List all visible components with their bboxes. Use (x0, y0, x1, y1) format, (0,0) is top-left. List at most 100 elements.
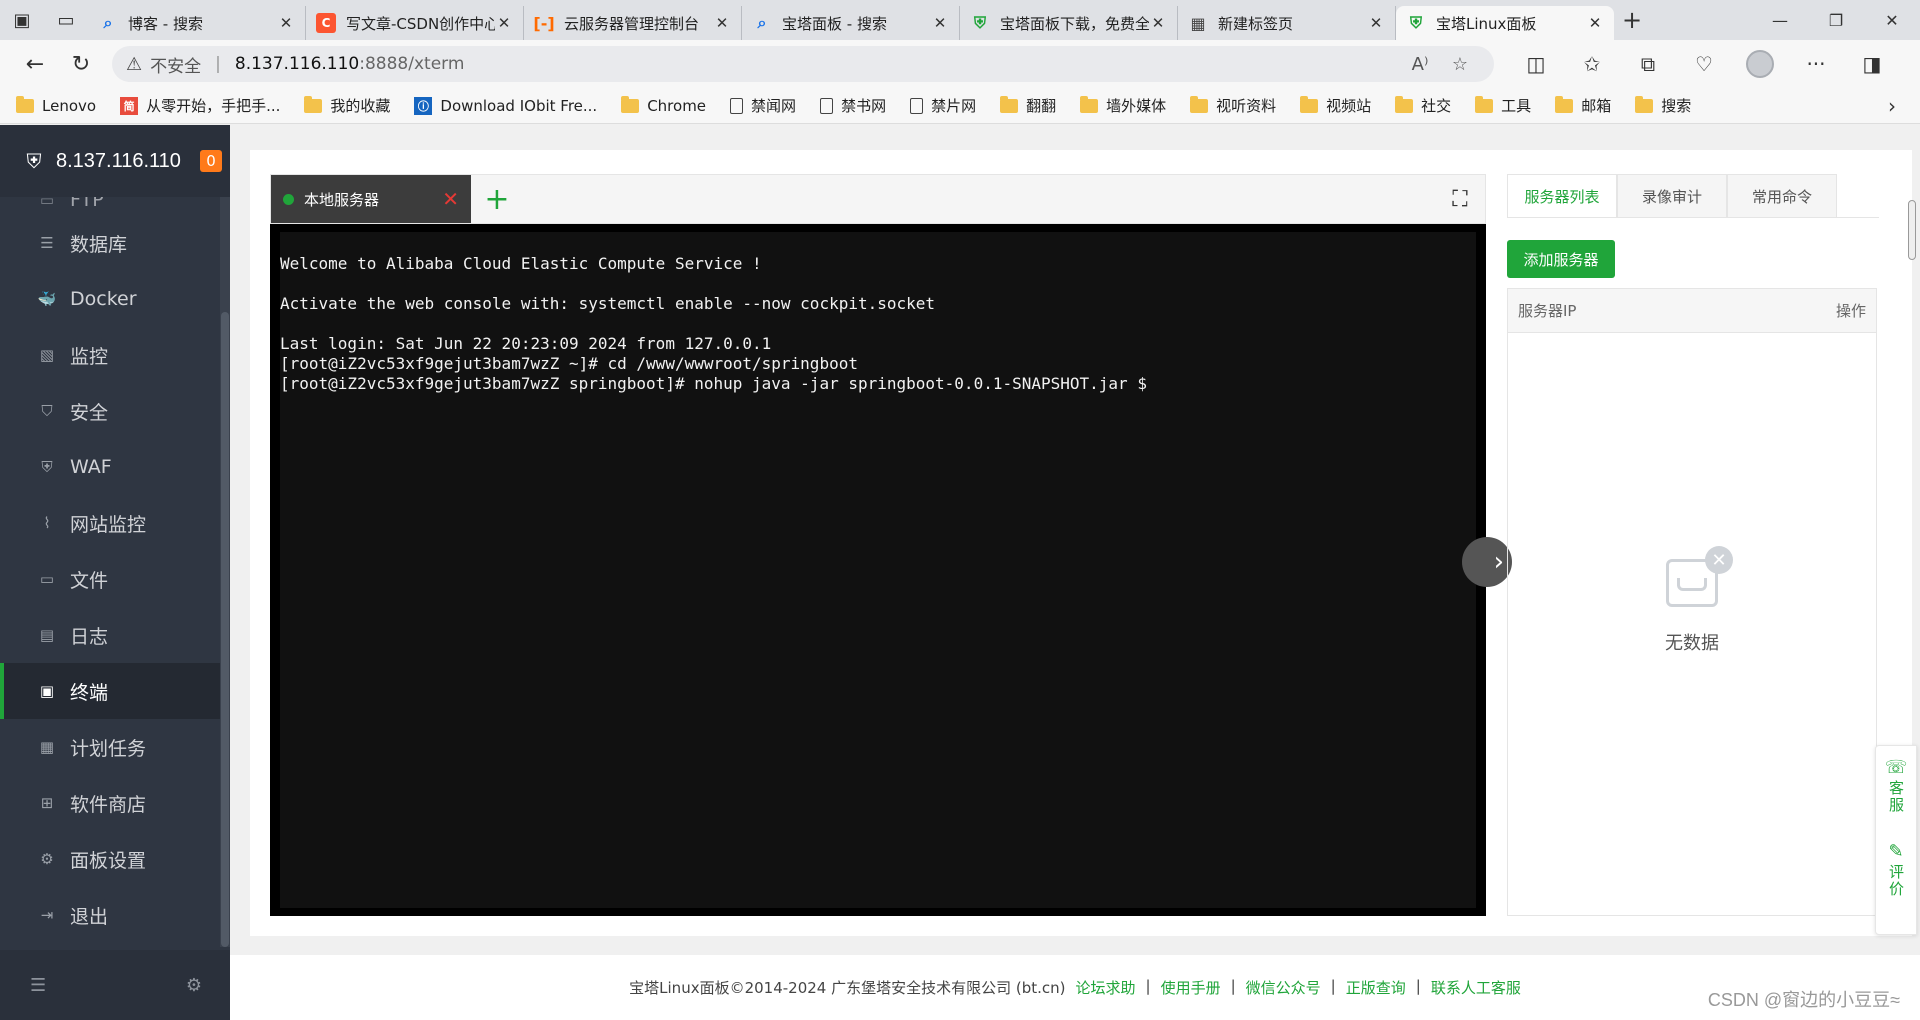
sidebar-item[interactable]: ⚙ 面板设置 (0, 831, 220, 887)
restore-button[interactable]: ❐ (1808, 0, 1864, 40)
performance-heart-icon[interactable]: ♡ (1676, 44, 1732, 84)
sidebar-item[interactable]: ⛨ WAF (0, 439, 220, 495)
sidebar-item[interactable]: ⊞ 软件商店 (0, 775, 220, 831)
terminal-output[interactable]: Welcome to Alibaba Cloud Elastic Compute… (280, 232, 1476, 908)
tab-actions-icon[interactable]: ▭ (44, 0, 88, 40)
browser-tab[interactable]: ⛨ 宝塔面板下载，免费全能的服务器✕ (960, 6, 1178, 40)
more-menu-icon[interactable]: ··· (1788, 44, 1844, 84)
close-tab-icon[interactable]: ✕ (495, 14, 513, 32)
bookmark-item[interactable]: 搜索 (1635, 95, 1691, 116)
close-tab-icon[interactable]: ✕ (1586, 14, 1604, 32)
close-tab-icon[interactable]: ✕ (277, 14, 295, 32)
browser-tab[interactable]: [-] 云服务器管理控制台 ✕ (524, 6, 742, 40)
bookmark-item[interactable]: 工具 (1475, 95, 1531, 116)
bookmark-item[interactable]: 社交 (1395, 95, 1451, 116)
bookmark-item[interactable]: Lenovo (16, 95, 96, 115)
close-tab-icon[interactable]: ✕ (442, 187, 459, 211)
bookmark-item[interactable]: 禁书网 (820, 95, 886, 116)
sidebar-item[interactable]: ▧ 监控 (0, 327, 220, 383)
bookmark-item[interactable]: 视听资料 (1190, 95, 1276, 116)
bookmark-item[interactable]: 视频站 (1300, 95, 1371, 116)
page-scrollbar[interactable] (1908, 200, 1918, 270)
fullscreen-icon[interactable]: ⛶ (1435, 175, 1485, 223)
settings-gear-icon[interactable]: ⚙ (186, 975, 202, 996)
add-terminal-icon[interactable]: + (471, 175, 523, 223)
server-table-header: 服务器IP 操作 (1508, 289, 1876, 333)
bookmark-label: 墙外媒体 (1106, 97, 1167, 115)
footer-link[interactable]: 使用手册 (1161, 977, 1221, 998)
sidebar-item-label: 安全 (70, 401, 109, 424)
sidebar-item[interactable]: ▦ 计划任务 (0, 719, 220, 775)
bookmark-item[interactable]: 翻翻 (1000, 95, 1056, 116)
close-tab-icon[interactable]: ✕ (1149, 14, 1167, 32)
sidebar-toggle-icon[interactable]: ◨ (1844, 44, 1900, 84)
back-button[interactable]: ← (12, 44, 58, 84)
column-action: 操作 (1835, 302, 1866, 320)
page-icon (820, 97, 834, 114)
toggle-panel-chevron-icon[interactable]: › (1462, 537, 1512, 587)
footer-link[interactable]: 微信公众号 (1246, 977, 1321, 998)
terminal-window[interactable]: Welcome to Alibaba Cloud Elastic Compute… (270, 224, 1486, 916)
sidebar-item[interactable]: ▣ 终端 (0, 663, 220, 719)
sidebar-item[interactable]: ▤ 日志 (0, 607, 220, 663)
page-icon (730, 97, 744, 114)
bookmarks-overflow-icon[interactable]: › (1888, 94, 1896, 118)
bookmark-item[interactable]: ⓘ Download IObit Fre... (414, 96, 597, 115)
browser-tab[interactable]: ⌕ 宝塔面板 - 搜索 ✕ (742, 6, 960, 40)
browser-tab[interactable]: C 写文章-CSDN创作中心 ✕ (306, 6, 524, 40)
profile-button[interactable] (1732, 44, 1788, 84)
column-server-ip: 服务器IP (1518, 302, 1577, 320)
sidebar-item[interactable]: 🐳 Docker (0, 271, 220, 327)
close-tab-icon[interactable]: ✕ (713, 14, 731, 32)
read-aloud-icon[interactable]: A⁾ (1400, 54, 1440, 75)
sidebar-scrollbar[interactable] (220, 197, 230, 947)
favorite-star-icon[interactable]: ☆ (1440, 54, 1480, 75)
browser-tab-title: 云服务器管理控制台 (564, 14, 700, 33)
bookmark-label: 视频站 (1326, 97, 1372, 115)
customer-service-button[interactable]: ☏ 客服 (1885, 759, 1908, 815)
browser-tab[interactable]: ▦ 新建标签页 ✕ (1178, 6, 1396, 40)
bookmark-item[interactable]: 邮箱 (1555, 95, 1611, 116)
refresh-button[interactable]: ↻ (58, 44, 104, 84)
sidebar-item[interactable]: ☰ 数据库 (0, 215, 220, 271)
terminal-tab-bar: 本地服务器 ✕ + ⛶ (270, 174, 1486, 224)
review-button[interactable]: ✎ 评价 (1887, 843, 1905, 899)
collections-icon[interactable]: ⧉ (1620, 44, 1676, 84)
service-widget: ☏ 客服 ✎ 评价 (1875, 745, 1917, 935)
browser-tab-title: 宝塔Linux面板 (1436, 14, 1537, 33)
browser-tab[interactable]: ⛨ 宝塔Linux面板 ✕ (1396, 6, 1614, 40)
footer-link[interactable]: 联系人工客服 (1431, 977, 1521, 998)
new-tab-button[interactable]: + (1614, 6, 1650, 34)
add-server-button[interactable]: 添加服务器 (1507, 240, 1615, 278)
notification-badge[interactable]: 0 (200, 150, 222, 172)
bookmark-item[interactable]: 禁片网 (910, 95, 976, 116)
split-screen-icon[interactable]: ◫ (1508, 44, 1564, 84)
bookmark-item[interactable]: Chrome (621, 95, 707, 115)
server-panel-tab[interactable]: 服务器列表 (1507, 174, 1617, 217)
workspaces-icon[interactable]: ▣ (0, 0, 44, 40)
close-window-button[interactable]: ✕ (1864, 0, 1920, 40)
server-panel-tab[interactable]: 录像审计 (1617, 174, 1727, 217)
sidebar-item-ftp[interactable]: ▭ FTP (0, 197, 220, 215)
terminal-tab-local[interactable]: 本地服务器 ✕ (271, 175, 471, 223)
footer-link[interactable]: 论坛求助 (1076, 977, 1136, 998)
favorites-icon[interactable]: ✩ (1564, 44, 1620, 84)
close-tab-icon[interactable]: ✕ (931, 14, 949, 32)
close-tab-icon[interactable]: ✕ (1367, 14, 1385, 32)
address-bar[interactable]: ⚠ 不安全 | 8.137.116.110 :8888/xterm A⁾ ☆ (112, 46, 1494, 82)
bookmark-label: Chrome (647, 96, 707, 115)
sidebar-item[interactable]: ⌇ 网站监控 (0, 495, 220, 551)
bookmark-item[interactable]: 墙外媒体 (1080, 95, 1166, 116)
collapse-menu-icon[interactable]: ☰ (30, 975, 46, 996)
browser-tab[interactable]: ⌕ 博客 - 搜索 ✕ (88, 6, 306, 40)
server-panel-tab[interactable]: 常用命令 (1727, 174, 1837, 217)
bookmark-item[interactable]: 我的收藏 (304, 95, 390, 116)
footer-link[interactable]: 正版查询 (1346, 977, 1406, 998)
bookmark-item[interactable]: 禁闻网 (730, 95, 796, 116)
sidebar-item[interactable]: ⛉ 安全 (0, 383, 220, 439)
sidebar-item[interactable]: ⇥ 退出 (0, 887, 220, 943)
bookmark-item[interactable]: 简从零开始，手把手... (120, 95, 280, 116)
minimize-button[interactable]: — (1752, 0, 1808, 40)
sidebar-item[interactable]: ▭ 文件 (0, 551, 220, 607)
